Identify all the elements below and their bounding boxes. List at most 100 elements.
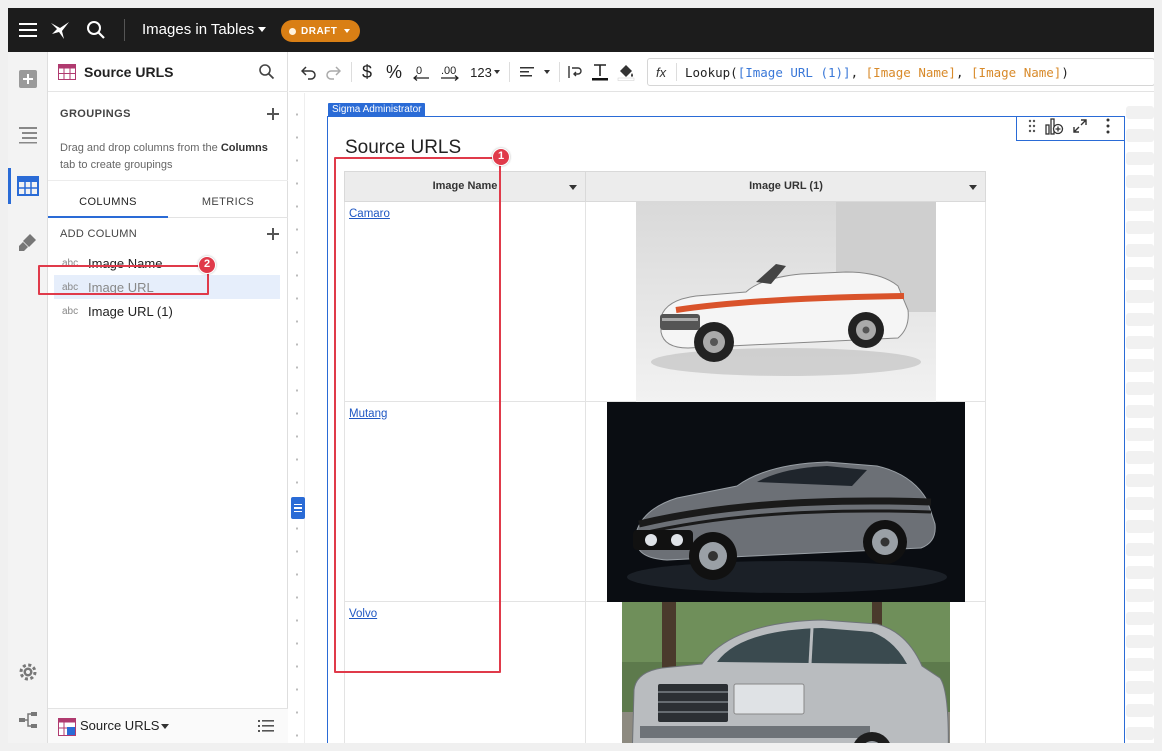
text-align-dropdown[interactable] <box>517 60 553 84</box>
app-window: Images in Tables DRAFT Source URLS GROUP… <box>8 8 1154 743</box>
gutter-placeholder <box>1126 106 1154 119</box>
currency-format-button[interactable]: $ <box>357 60 377 84</box>
settings-gear-icon[interactable] <box>16 660 40 684</box>
lineage-icon[interactable] <box>16 708 40 732</box>
column-header-image-url-1[interactable]: Image URL (1) <box>586 172 986 201</box>
gutter-placeholder <box>1126 244 1154 257</box>
formula-arg: [Image URL (1)] <box>737 65 851 80</box>
hint-text-bold: Columns <box>220 142 268 154</box>
column-divider <box>585 202 586 402</box>
gutter-placeholder <box>1126 290 1154 303</box>
wrap-text-icon[interactable] <box>565 60 585 84</box>
add-grouping-plus-icon[interactable] <box>266 107 280 121</box>
undo-icon[interactable] <box>299 60 319 84</box>
toolbar-divider <box>559 62 560 82</box>
gutter-placeholder <box>1126 152 1154 165</box>
formula-sep: , <box>955 65 972 80</box>
formula-text[interactable]: Lookup([Image URL (1)], [Image Name], [I… <box>685 65 1069 80</box>
properties-panel: Source URLS GROUPINGS Drag and drop colu… <box>48 52 288 743</box>
search-icon[interactable] <box>258 63 275 85</box>
annotation-badge-2: 2 <box>198 256 216 274</box>
formula-sep: , <box>850 65 866 80</box>
gutter-placeholder <box>1126 681 1154 694</box>
gutter-placeholder <box>1126 451 1154 464</box>
add-chart-icon[interactable] <box>1043 117 1065 137</box>
add-element-icon[interactable] <box>16 67 40 91</box>
gutter-placeholder <box>1126 129 1154 142</box>
column-divider <box>585 402 586 602</box>
table-properties-icon[interactable] <box>16 174 40 198</box>
gutter-placeholder <box>1126 566 1154 579</box>
panel-title: Source URLS <box>84 64 174 80</box>
gutter-placeholder <box>1126 727 1154 740</box>
formula-bar[interactable]: fx Lookup([Image URL (1)], [Image Name],… <box>647 58 1154 86</box>
hint-text-post: tab to create groupings <box>60 159 173 171</box>
formula-fn: Lookup( <box>685 65 738 80</box>
increase-decimals-icon[interactable]: .00 <box>437 60 463 84</box>
redo-icon[interactable] <box>323 60 343 84</box>
gutter-placeholder <box>1126 497 1154 510</box>
hint-text-pre: Drag and drop columns from the <box>60 142 221 154</box>
more-options-icon[interactable] <box>1097 117 1119 137</box>
chevron-down-icon[interactable] <box>161 724 169 729</box>
ruler-dots <box>296 103 298 743</box>
gutter-placeholder <box>1126 658 1154 671</box>
gutter-placeholder <box>1126 589 1154 602</box>
number-format-dropdown[interactable]: 123 <box>467 60 503 84</box>
formula-arg: [Image Name] <box>971 65 1062 80</box>
number-format-label: 123 <box>470 64 492 80</box>
add-column-plus-icon[interactable] <box>266 227 280 241</box>
silver-sedan-car-image <box>622 602 950 743</box>
right-gutter <box>1126 106 1154 743</box>
chevron-down-icon[interactable] <box>258 27 266 32</box>
element-title[interactable]: Source URLS <box>345 137 461 159</box>
chevron-down-icon[interactable] <box>969 185 977 190</box>
column-divider <box>585 602 586 743</box>
draft-status-badge[interactable]: DRAFT <box>281 20 361 42</box>
add-column-label: ADD COLUMN <box>60 228 137 240</box>
formula-arg: [Image Name] <box>865 65 956 80</box>
align-left-icon <box>520 67 534 77</box>
fill-color-icon[interactable] <box>615 60 637 84</box>
text-color-icon[interactable] <box>589 60 611 84</box>
table-icon <box>58 64 76 85</box>
maximize-icon[interactable] <box>1069 117 1091 137</box>
list-icon[interactable] <box>258 719 274 738</box>
ruler-handle-icon[interactable] <box>291 497 305 519</box>
top-bar: Images in Tables DRAFT <box>8 8 1154 52</box>
column-label: Image URL (1) <box>88 303 173 319</box>
gutter-placeholder <box>1126 382 1154 395</box>
svg-text:0: 0 <box>416 65 422 77</box>
status-dot-icon <box>289 27 296 35</box>
percent-format-button[interactable]: % <box>383 60 405 84</box>
table-icon <box>58 718 76 741</box>
text-type-icon: abc <box>62 305 79 317</box>
toolbar-divider <box>351 62 352 82</box>
hamburger-menu-icon[interactable] <box>16 18 40 42</box>
gutter-placeholder <box>1126 474 1154 487</box>
sigma-logo-icon[interactable] <box>48 18 72 42</box>
panel-tabs: COLUMNS METRICS <box>48 188 288 218</box>
groupings-hint: Drag and drop columns from the Columns t… <box>60 140 276 174</box>
annotation-box-image-name-column <box>334 157 501 673</box>
decrease-decimals-icon[interactable]: 0 <box>411 60 433 84</box>
format-brush-icon[interactable] <box>16 230 40 254</box>
tab-columns[interactable]: COLUMNS <box>48 188 168 218</box>
search-icon[interactable] <box>84 18 108 42</box>
chevron-down-icon[interactable] <box>569 185 577 190</box>
gutter-placeholder <box>1126 359 1154 372</box>
element-owner-tag: Sigma Administrator <box>328 103 426 117</box>
gutter-placeholder <box>1126 612 1154 625</box>
gutter-placeholder <box>1126 313 1154 326</box>
data-source-selector[interactable]: Source URLS <box>80 718 159 733</box>
drag-handle-icon[interactable] <box>1021 117 1043 137</box>
panel-header: Source URLS <box>48 52 288 92</box>
element-toolbar <box>1016 117 1124 141</box>
active-indicator <box>8 168 11 204</box>
chevron-down-icon <box>493 70 500 74</box>
tab-metrics[interactable]: METRICS <box>168 188 288 218</box>
page-overview-icon[interactable] <box>16 122 40 146</box>
column-item-image-url-1[interactable]: abc Image URL (1) <box>54 299 280 323</box>
document-title[interactable]: Images in Tables <box>142 21 254 38</box>
toolbar-divider <box>509 62 510 82</box>
